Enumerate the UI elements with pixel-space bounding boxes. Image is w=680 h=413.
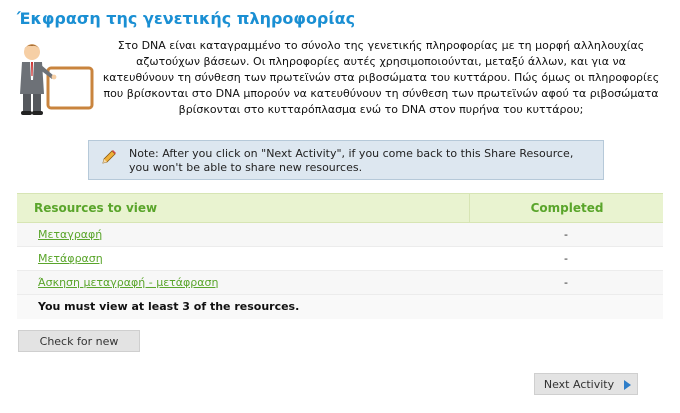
table-row: Άσκηση μεταγραφή - μετάφραση - [17,271,663,295]
page-title: Έκφραση της γενετικής πληροφορίας [17,9,356,28]
resource-link[interactable]: Άσκηση μεταγραφή - μετάφραση [38,271,219,294]
resource-link[interactable]: Μετάφραση [38,247,103,270]
table-header: Resources to view Completed [17,193,663,223]
note-text: Note: After you click on "Next Activity"… [129,147,574,174]
header-completed: Completed [469,194,664,222]
completed-status: - [564,252,568,265]
table-body: Μεταγραφή - Μετάφραση - Άσκηση μεταγραφή… [17,223,663,295]
table-row: Μετάφραση - [17,247,663,271]
completed-status: - [564,228,568,241]
header-resources: Resources to view [34,201,158,215]
completed-status: - [564,276,568,289]
note-box: Note: After you click on "Next Activity"… [88,140,604,180]
play-arrow-icon [624,380,631,390]
intro-text: Στο DNA είναι καταγραμμένο το σύνολο της… [102,39,660,116]
check-for-new-button[interactable]: Check for new [18,330,140,352]
table-row: Μεταγραφή - [17,223,663,247]
resource-link[interactable]: Μεταγραφή [38,223,102,246]
next-activity-label: Next Activity [543,378,615,391]
next-activity-button[interactable]: Next Activity [534,373,638,395]
teacher-with-board-icon [14,40,96,118]
resources-table: Resources to view Completed Μεταγραφή - … [17,193,663,319]
pencil-icon [101,149,117,165]
requirement-text: You must view at least 3 of the resource… [17,295,663,319]
